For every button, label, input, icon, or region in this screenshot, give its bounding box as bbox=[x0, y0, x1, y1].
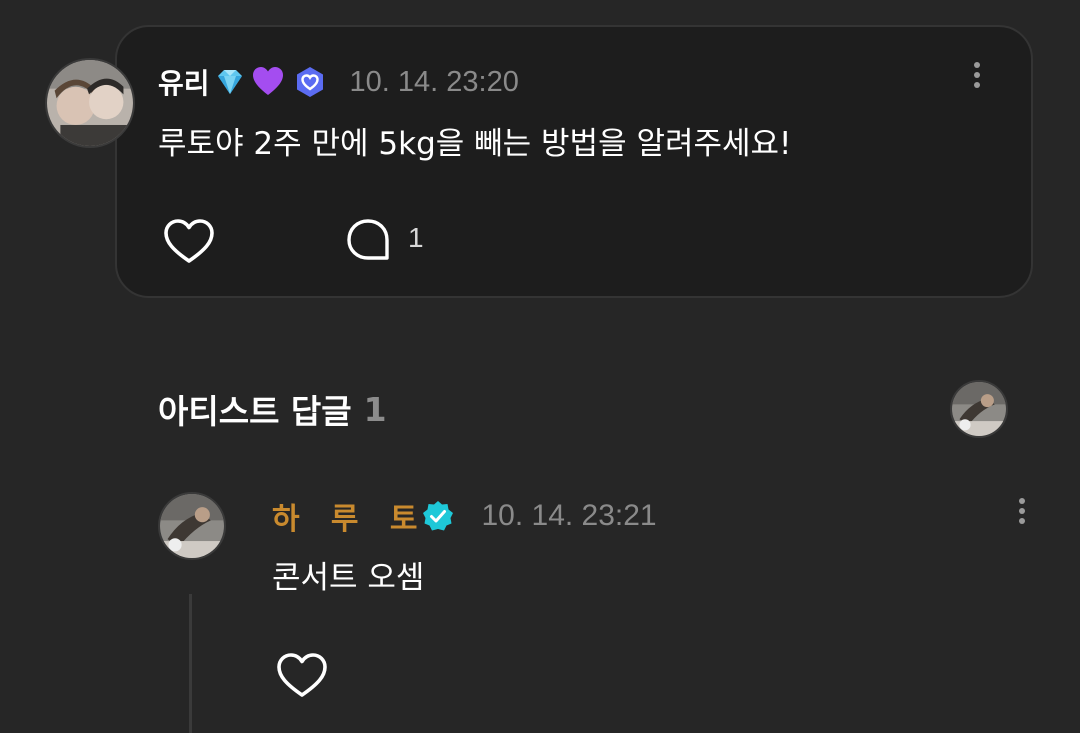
reply-timestamp: 10. 14. 23:21 bbox=[481, 499, 657, 532]
reply-more-vertical-icon[interactable] bbox=[1016, 494, 1028, 534]
artist-replies-count: 1 bbox=[363, 389, 387, 429]
fan-badge-icon bbox=[292, 64, 328, 100]
avatar-photo bbox=[160, 494, 224, 558]
verified-badge-icon bbox=[421, 499, 455, 533]
reply-heart-outline-icon[interactable] bbox=[275, 650, 329, 700]
purple-heart-emoji-icon bbox=[250, 64, 286, 100]
speech-bubble-icon[interactable] bbox=[344, 216, 392, 264]
post-more-vertical-icon[interactable] bbox=[971, 58, 983, 98]
reply-author-name[interactable]: 하 루 토 bbox=[272, 494, 417, 538]
artist-replies-title: 아티스트 답글 bbox=[158, 392, 352, 431]
artist-avatar-small[interactable] bbox=[950, 380, 1008, 438]
post-author-avatar[interactable] bbox=[45, 58, 135, 148]
reply-header: 하 루 토 10. 14. 23:21 bbox=[272, 494, 657, 538]
post-heart-outline-icon[interactable] bbox=[162, 216, 216, 266]
comment-count: 1 bbox=[408, 222, 424, 253]
reply-body-text: 콘서트 오셈 bbox=[272, 560, 425, 596]
avatar-photo bbox=[952, 382, 1006, 436]
gem-emoji-icon bbox=[212, 64, 248, 100]
artist-replies-header: 아티스트 답글 1 bbox=[158, 384, 387, 434]
post-body-text: 루토야 2주 만에 5kg을 빼는 방법을 알려주세요! bbox=[158, 126, 792, 162]
post-author-name[interactable]: 유리 bbox=[158, 62, 210, 102]
reply-author-avatar[interactable] bbox=[158, 492, 226, 560]
post-header: 유리 10. 14. 23:20 bbox=[158, 60, 519, 104]
comment-thread-screen: 유리 10. 14. 23:20 루토야 2주 만에 5kg을 빼는 방법을 알… bbox=[0, 0, 1080, 733]
reply-thread-line bbox=[189, 594, 192, 733]
avatar-photo bbox=[47, 60, 133, 146]
post-timestamp: 10. 14. 23:20 bbox=[349, 65, 519, 98]
